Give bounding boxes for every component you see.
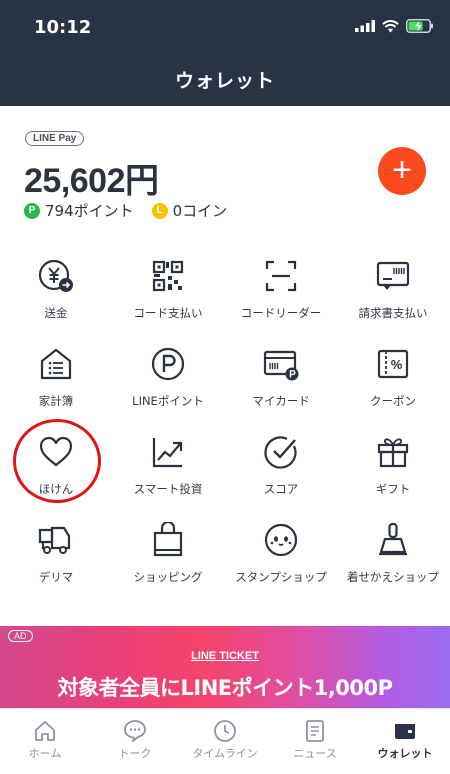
service-label: スマート投資 <box>133 482 203 496</box>
coins-value[interactable]: 0コイン <box>173 200 228 221</box>
points-badge-icon: P <box>24 202 40 219</box>
tab-label: ニュース <box>293 747 337 760</box>
news-icon <box>306 720 324 742</box>
top-header: 10:12 ウォレット <box>0 0 450 106</box>
svg-text:%: % <box>391 357 403 372</box>
tab-label: トーク <box>118 747 152 760</box>
service-label: ほけん <box>38 482 74 496</box>
home-icon <box>35 721 55 741</box>
status-time: 10:12 <box>34 17 92 38</box>
tab-home[interactable]: ホーム <box>0 709 90 774</box>
add-money-button[interactable]: + <box>378 147 426 195</box>
my-card-icon <box>263 350 299 381</box>
tab-wallet[interactable]: ウォレット <box>360 709 450 774</box>
service-score[interactable]: スコア <box>225 426 337 514</box>
ad-banner[interactable]: AD LINE TICKET 対象者全員にLINEポイント1,000P <box>0 626 450 708</box>
service-label: マイカード <box>252 394 310 408</box>
banner-brand: LINE TICKET <box>191 650 259 662</box>
gift-icon <box>377 438 409 468</box>
brush-icon <box>379 522 407 556</box>
shopping-bag-icon <box>153 522 183 557</box>
points-coins-row: P 794ポイント L 0コイン <box>24 200 227 221</box>
delivery-truck-icon <box>38 526 71 554</box>
battery-charging-icon <box>406 19 433 33</box>
service-label: ギフト <box>375 482 411 496</box>
household-book-icon <box>40 348 72 380</box>
cellular-signal-icon <box>355 20 375 32</box>
tab-news[interactable]: ニュース <box>270 709 360 774</box>
page-title: ウォレット <box>174 70 275 92</box>
service-label: コード支払い <box>133 306 203 320</box>
service-code-payment[interactable]: コード支払い <box>112 250 224 338</box>
service-label: LINEポイント <box>132 394 204 408</box>
service-insurance[interactable]: ほけん <box>0 426 112 514</box>
line-points-icon <box>151 347 185 381</box>
points-value[interactable]: 794ポイント <box>45 200 134 221</box>
service-label: デリマ <box>38 570 74 584</box>
status-icons <box>355 19 434 33</box>
service-label: 送金 <box>44 306 68 320</box>
heart-icon <box>39 436 73 467</box>
score-check-icon <box>264 436 297 469</box>
line-pay-badge: LINE Pay <box>25 131 85 146</box>
service-smart-investment[interactable]: スマート投資 <box>112 426 224 514</box>
investment-chart-icon <box>152 438 183 468</box>
service-sticker-shop[interactable]: スタンプショップ <box>225 514 337 602</box>
tab-label: ホーム <box>28 747 62 760</box>
qr-code-icon <box>152 260 184 292</box>
tab-talk[interactable]: トーク <box>90 709 180 774</box>
tab-label: ウォレット <box>377 747 433 760</box>
sticker-face-icon <box>264 523 298 557</box>
service-coupon[interactable]: % クーポン <box>337 338 449 426</box>
service-gift[interactable]: ギフト <box>337 426 449 514</box>
invoice-icon <box>376 261 410 290</box>
service-line-points[interactable]: LINEポイント <box>112 338 224 426</box>
service-label: ショッピング <box>133 570 203 584</box>
service-household-book[interactable]: 家計簿 <box>0 338 112 426</box>
wifi-icon <box>382 19 399 32</box>
service-label: スコア <box>263 482 299 496</box>
service-delima[interactable]: デリマ <box>0 514 112 602</box>
coupon-icon: % <box>377 349 409 379</box>
service-shopping[interactable]: ショッピング <box>112 514 224 602</box>
wallet-icon <box>395 724 415 739</box>
service-code-reader[interactable]: コードリーダー <box>225 250 337 338</box>
service-label: 着せかえショップ <box>347 570 439 584</box>
tab-label: タイムライン <box>192 747 258 760</box>
service-invoice-payment[interactable]: 請求書支払い <box>337 250 449 338</box>
banner-headline: 対象者全員にLINEポイント1,000P <box>57 676 393 700</box>
chat-icon <box>124 720 146 742</box>
coin-badge-icon: L <box>151 202 168 219</box>
tab-timeline[interactable]: タイムライン <box>180 709 270 774</box>
clock-icon <box>214 720 236 742</box>
service-label: スタンプショップ <box>235 570 327 584</box>
service-theme-shop[interactable]: 着せかえショップ <box>337 514 449 602</box>
bottom-tab-bar: ホーム トーク タイムライン ニュース ウォレット <box>0 708 450 774</box>
service-my-card[interactable]: マイカード <box>225 338 337 426</box>
balance-amount[interactable]: 25,602円 <box>24 153 159 202</box>
ad-label: AD <box>8 630 33 642</box>
service-label: コードリーダー <box>240 306 322 320</box>
service-label: クーポン <box>370 394 416 408</box>
code-reader-icon <box>265 260 297 292</box>
send-money-icon <box>38 259 73 292</box>
service-label: 家計簿 <box>38 394 74 408</box>
service-label: 請求書支払い <box>358 306 428 320</box>
service-send-money[interactable]: 送金 <box>0 250 112 338</box>
